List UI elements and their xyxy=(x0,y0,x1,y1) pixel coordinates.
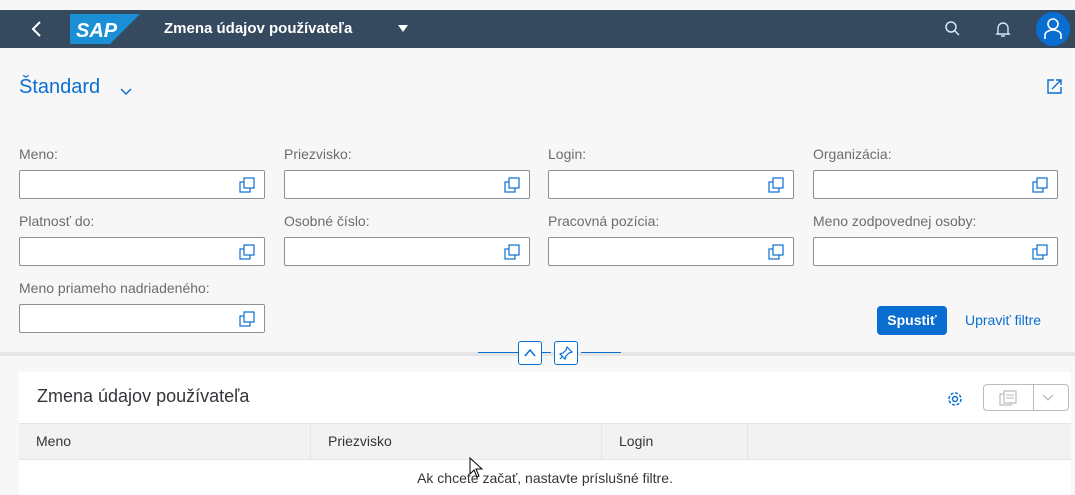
collapse-header-button[interactable] xyxy=(518,341,542,365)
value-help-icon[interactable] xyxy=(768,244,784,260)
chevron-up-icon xyxy=(524,348,536,357)
organizacia-input[interactable] xyxy=(814,171,1057,198)
priezvisko-field[interactable] xyxy=(284,170,530,199)
no-data-text: Ak chcete začať, nastavte príslušné filt… xyxy=(417,470,673,486)
platnost-field[interactable] xyxy=(19,237,265,266)
value-help-icon[interactable] xyxy=(239,244,255,260)
caret-down-icon[interactable] xyxy=(398,25,408,33)
value-help-icon[interactable] xyxy=(239,177,255,193)
zodpovedna-osoba-field[interactable] xyxy=(813,237,1058,266)
app-root: SAP Zmena údajov používateľa Štandard Me… xyxy=(0,0,1075,495)
filter-label-platnost: Platnosť do: xyxy=(19,213,95,229)
pin-header-button[interactable] xyxy=(554,341,578,365)
meno-field[interactable] xyxy=(19,170,265,199)
app-title[interactable]: Zmena údajov používateľa xyxy=(164,10,352,48)
bell-icon[interactable] xyxy=(993,19,1013,39)
filter-label-priezvisko: Priezvisko: xyxy=(284,146,352,162)
user-avatar[interactable] xyxy=(1036,12,1070,46)
user-icon xyxy=(1044,18,1062,39)
go-button[interactable]: Spustiť xyxy=(877,306,947,335)
search-icon[interactable] xyxy=(943,19,963,39)
filter-label-organizacia: Organizácia: xyxy=(813,146,892,162)
shell-bar: SAP Zmena údajov používateľa xyxy=(0,10,1075,48)
platnost-input[interactable] xyxy=(20,238,264,265)
filter-label-zodpovedna-osoba: Meno zodpovednej osoby: xyxy=(813,213,977,229)
filter-label-login: Login: xyxy=(548,146,587,162)
nadriadeny-field[interactable] xyxy=(19,304,265,333)
value-help-icon[interactable] xyxy=(239,311,255,327)
divider-line xyxy=(478,352,518,353)
export-icon[interactable] xyxy=(998,389,1018,407)
login-input[interactable] xyxy=(549,171,793,198)
sap-logo: SAP xyxy=(70,14,140,44)
column-header-priezvisko[interactable]: Priezvisko xyxy=(311,424,602,459)
value-help-icon[interactable] xyxy=(1032,177,1048,193)
svg-text:SAP: SAP xyxy=(76,20,118,42)
column-header-meno[interactable]: Meno xyxy=(19,424,311,459)
osobne-cislo-input[interactable] xyxy=(285,238,529,265)
organizacia-field[interactable] xyxy=(813,170,1058,199)
filter-label-nadriadeny: Meno priameho nadriadeného: xyxy=(19,280,210,296)
pin-icon xyxy=(559,346,573,360)
meno-input[interactable] xyxy=(20,171,264,198)
pracovna-pozicia-input[interactable] xyxy=(549,238,793,265)
value-help-icon[interactable] xyxy=(768,177,784,193)
column-header-login[interactable]: Login xyxy=(602,424,748,459)
divider-line xyxy=(541,352,551,353)
value-help-icon[interactable] xyxy=(504,244,520,260)
filter-label-meno: Meno: xyxy=(19,146,58,162)
mouse-cursor-icon xyxy=(469,457,484,478)
login-field[interactable] xyxy=(548,170,794,199)
zodpovedna-osoba-input[interactable] xyxy=(814,238,1057,265)
variant-selector[interactable]: Štandard xyxy=(19,76,100,99)
nadriadeny-input[interactable] xyxy=(20,305,264,332)
filter-label-osobne-cislo: Osobné číslo: xyxy=(284,213,370,229)
filter-label-pracovna-pozicia: Pracovná pozícia: xyxy=(548,213,660,229)
value-help-icon[interactable] xyxy=(1032,244,1048,260)
table-header: Meno Priezvisko Login xyxy=(19,423,1071,460)
chevron-down-icon[interactable] xyxy=(1042,394,1054,402)
back-icon[interactable] xyxy=(26,18,48,40)
gear-icon[interactable] xyxy=(945,389,965,409)
priezvisko-input[interactable] xyxy=(285,171,529,198)
export-menu-button[interactable] xyxy=(983,384,1069,411)
table-title: Zmena údajov používateľa xyxy=(37,386,250,406)
osobne-cislo-field[interactable] xyxy=(284,237,530,266)
export-divider xyxy=(1033,384,1034,411)
chevron-down-icon[interactable] xyxy=(119,86,133,96)
divider-line xyxy=(581,352,621,353)
share-icon[interactable] xyxy=(1046,77,1064,95)
adapt-filters-link[interactable]: Upraviť filtre xyxy=(965,306,1041,335)
value-help-icon[interactable] xyxy=(504,177,520,193)
pracovna-pozicia-field[interactable] xyxy=(548,237,794,266)
